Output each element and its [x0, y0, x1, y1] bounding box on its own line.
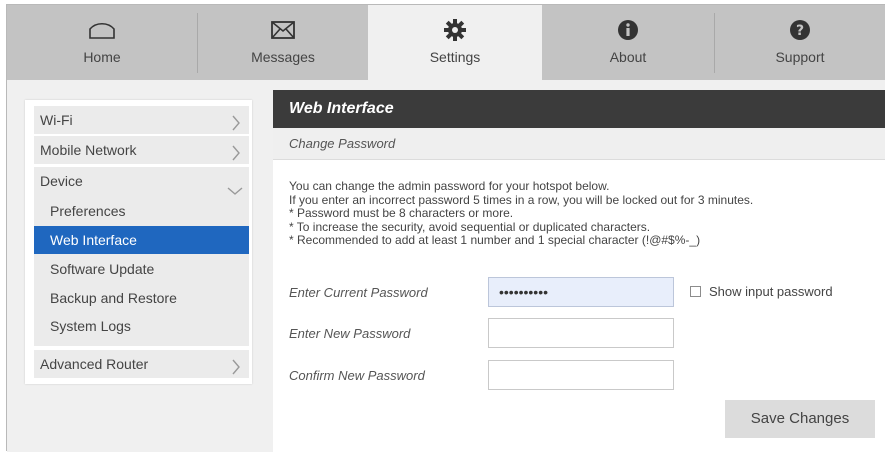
show-password-label: Show input password: [709, 284, 833, 299]
sidebar-item-system-logs[interactable]: System Logs: [34, 312, 249, 340]
page-title: Web Interface: [273, 90, 885, 128]
chevron-right-icon: [231, 356, 241, 384]
sidebar-item-web-interface[interactable]: Web Interface: [34, 226, 249, 254]
sidebar-item-mobile-network[interactable]: Mobile Network: [34, 136, 249, 164]
tab-messages-label: Messages: [251, 49, 315, 65]
new-password-label: Enter New Password: [289, 326, 411, 341]
tab-settings[interactable]: Settings: [368, 5, 542, 80]
confirm-password-input[interactable]: [488, 360, 674, 390]
tab-messages[interactable]: Messages: [198, 5, 368, 80]
question-icon: ?: [789, 17, 811, 43]
info-line: * To increase the security, avoid sequen…: [289, 219, 651, 234]
top-nav: Home Messages Settings About ? Support: [7, 5, 885, 80]
show-password-toggle[interactable]: Show input password: [690, 284, 833, 299]
sidebar-item-device[interactable]: Device: [34, 167, 249, 195]
section-subtitle: Change Password: [273, 128, 885, 160]
confirm-password-label: Confirm New Password: [289, 368, 425, 383]
sidebar-item-label: Advanced Router: [40, 356, 149, 372]
sidebar-item-wifi[interactable]: Wi-Fi: [34, 106, 249, 134]
svg-text:?: ?: [796, 23, 804, 39]
info-icon: [617, 17, 639, 43]
show-password-checkbox[interactable]: [690, 286, 701, 297]
envelope-icon: [271, 17, 295, 43]
info-line: You can change the admin password for yo…: [289, 179, 610, 193]
sidebar-item-label: Device: [40, 173, 83, 189]
chevron-right-icon: [231, 142, 241, 170]
home-icon: [88, 17, 116, 43]
save-changes-button[interactable]: Save Changes: [725, 400, 875, 438]
sidebar-item-advanced-router[interactable]: Advanced Router: [34, 350, 249, 378]
app-frame: Home Messages Settings About ? Support W…: [6, 4, 885, 452]
current-password-label: Enter Current Password: [289, 285, 428, 300]
tab-about[interactable]: About: [542, 5, 714, 80]
tab-support-label: Support: [775, 49, 825, 65]
main-panel: Web Interface Change Password You can ch…: [273, 90, 885, 452]
tab-settings-label: Settings: [429, 49, 481, 65]
tab-home[interactable]: Home: [7, 5, 197, 80]
info-line: * Password must be 8 characters or more.: [289, 206, 514, 220]
sidebar: Wi-Fi Mobile Network Device Preferences …: [25, 100, 252, 384]
current-password-input[interactable]: [488, 277, 674, 307]
tab-support[interactable]: ? Support: [715, 5, 885, 80]
sidebar-item-preferences[interactable]: Preferences: [34, 197, 249, 225]
sidebar-item-backup-and-restore[interactable]: Backup and Restore: [34, 284, 249, 312]
tab-about-label: About: [609, 49, 647, 65]
info-line: If you enter an incorrect password 5 tim…: [289, 192, 754, 207]
password-info-text: You can change the admin password for yo…: [289, 179, 879, 248]
new-password-input[interactable]: [488, 318, 674, 348]
sidebar-item-software-update[interactable]: Software Update: [34, 255, 249, 283]
info-line: * Recommended to add at least 1 number a…: [289, 233, 701, 247]
sidebar-item-label: Mobile Network: [40, 142, 137, 158]
tab-home-label: Home: [83, 49, 121, 65]
sidebar-item-label: Wi-Fi: [40, 112, 73, 128]
gear-icon: [443, 17, 467, 43]
